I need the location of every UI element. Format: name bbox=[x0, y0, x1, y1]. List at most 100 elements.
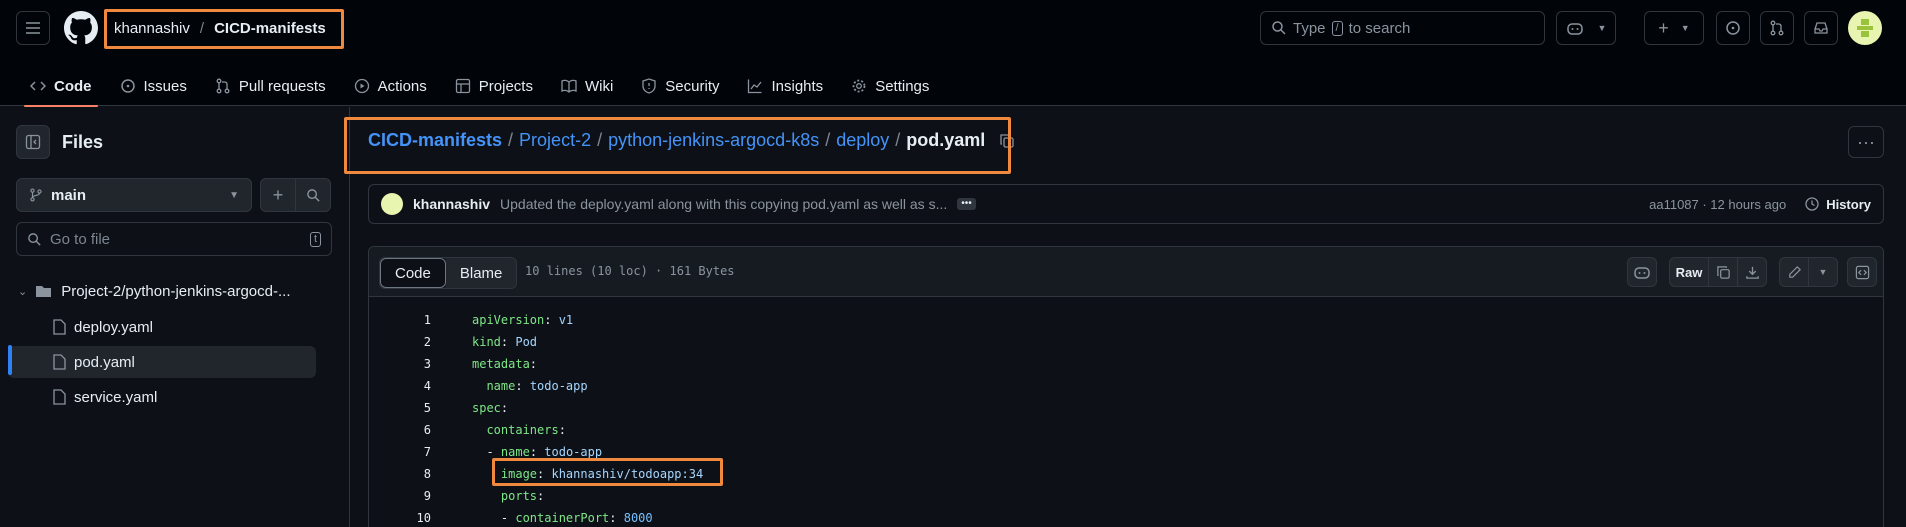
history-button[interactable]: History bbox=[1804, 196, 1871, 212]
branch-name: main bbox=[51, 186, 87, 204]
gear-icon bbox=[852, 79, 866, 93]
breadcrumb-project[interactable]: Project-2 bbox=[519, 130, 591, 151]
file-icon bbox=[53, 354, 66, 370]
graph-icon bbox=[748, 79, 762, 94]
pull-requests-button[interactable] bbox=[1760, 11, 1794, 45]
symbols-button[interactable] bbox=[1847, 257, 1877, 287]
edit-button[interactable] bbox=[1779, 257, 1809, 287]
collapse-sidebar-button[interactable] bbox=[16, 125, 50, 159]
code-line: 1 apiVersion: v1 bbox=[369, 309, 1883, 331]
commit-author[interactable]: khannashiv bbox=[413, 196, 490, 212]
commit-hash-time[interactable]: aa11087 · 12 hours ago bbox=[1649, 197, 1786, 212]
copilot-file-button[interactable] bbox=[1627, 257, 1657, 287]
tab-actions[interactable]: Actions bbox=[340, 66, 441, 106]
yaml-colon: : bbox=[544, 313, 559, 327]
shield-icon bbox=[642, 78, 656, 94]
tree-file-service[interactable]: service.yaml bbox=[8, 381, 316, 413]
add-file-button[interactable]: + bbox=[260, 178, 296, 212]
breadcrumb-folder[interactable]: python-jenkins-argocd-k8s bbox=[608, 130, 819, 151]
pull-request-icon bbox=[216, 78, 230, 94]
go-to-file-input[interactable]: Go to file t bbox=[16, 222, 332, 256]
tab-settings[interactable]: Settings bbox=[837, 66, 943, 106]
line-number[interactable]: 4 bbox=[369, 379, 431, 393]
line-content: spec: bbox=[472, 401, 508, 415]
line-number[interactable]: 2 bbox=[369, 335, 431, 349]
file-meta: 10 lines (10 loc) · 161 Bytes bbox=[525, 264, 735, 278]
owner-link[interactable]: khannashiv bbox=[114, 20, 190, 37]
tree-file-deploy[interactable]: deploy.yaml bbox=[8, 311, 316, 343]
breadcrumb-deploy[interactable]: deploy bbox=[836, 130, 889, 151]
line-number[interactable]: 7 bbox=[369, 445, 431, 459]
more-options-button[interactable]: ··· bbox=[1848, 126, 1884, 158]
copilot-icon bbox=[1634, 267, 1650, 279]
yaml-key: apiVersion bbox=[472, 313, 545, 327]
code-line: 3 metadata: bbox=[369, 353, 1883, 375]
line-number[interactable]: 8 bbox=[369, 467, 431, 481]
line-indent: - bbox=[472, 445, 501, 459]
line-number[interactable]: 6 bbox=[369, 423, 431, 437]
yaml-colon: : bbox=[529, 445, 545, 459]
code-view: 1 apiVersion: v1 2 kind: Pod 3 metadata: 4 nam… bbox=[369, 309, 1883, 527]
yaml-key: name bbox=[500, 445, 530, 459]
expand-commit-button[interactable]: ••• bbox=[957, 198, 976, 210]
tree-file-label: service.yaml bbox=[74, 388, 158, 406]
tab-blame-view[interactable]: Blame bbox=[445, 258, 517, 288]
tab-projects-label: Projects bbox=[478, 77, 533, 95]
code-line: 7 - name: todo-app bbox=[369, 441, 1883, 463]
search-label-pre: Type bbox=[1293, 19, 1326, 37]
files-header: Files bbox=[16, 125, 103, 159]
commit-meta: aa11087 · 12 hours ago History bbox=[1649, 196, 1871, 212]
line-content: - containerPort: 8000 bbox=[472, 511, 653, 525]
line-number[interactable]: 10 bbox=[369, 511, 431, 525]
github-logo-icon[interactable] bbox=[64, 11, 98, 45]
commit-message[interactable]: Updated the deploy.yaml along with this … bbox=[500, 196, 947, 212]
code-square-icon bbox=[1855, 265, 1869, 279]
issues-button[interactable] bbox=[1716, 11, 1750, 45]
user-avatar[interactable] bbox=[1848, 11, 1882, 45]
commit-author-avatar[interactable] bbox=[381, 193, 403, 215]
file-tree-sidebar: Files main ▼ + Go to file t ⌄ Project-2/… bbox=[0, 107, 350, 527]
tab-code[interactable]: Code bbox=[16, 66, 106, 107]
search-input[interactable]: Type / to search bbox=[1260, 11, 1545, 45]
line-number[interactable]: 1 bbox=[369, 313, 431, 327]
tab-pull-requests[interactable]: Pull requests bbox=[201, 66, 340, 106]
line-content: ports: bbox=[472, 489, 544, 503]
chevron-down-icon[interactable]: ▼ bbox=[1598, 23, 1607, 33]
tab-security[interactable]: Security bbox=[627, 66, 733, 106]
yaml-key: kind bbox=[472, 335, 501, 349]
inbox-button[interactable] bbox=[1804, 11, 1838, 45]
copy-raw-button[interactable] bbox=[1708, 257, 1738, 287]
search-files-button[interactable] bbox=[295, 178, 331, 212]
menu-button[interactable] bbox=[16, 11, 50, 45]
download-icon bbox=[1745, 266, 1759, 279]
download-button[interactable] bbox=[1737, 257, 1767, 287]
copy-icon[interactable] bbox=[999, 133, 1015, 149]
branch-selector[interactable]: main ▼ bbox=[16, 178, 252, 212]
line-number[interactable]: 3 bbox=[369, 357, 431, 371]
repo-nav: Code Issues Pull requests Actions Projec… bbox=[16, 66, 943, 107]
tab-settings-label: Settings bbox=[875, 77, 930, 95]
chevron-down-icon: ▼ bbox=[229, 189, 239, 201]
breadcrumb: CICD-manifests / Project-2 / python-jenk… bbox=[368, 130, 1015, 151]
tree-file-pod[interactable]: pod.yaml bbox=[8, 346, 316, 378]
create-new-button[interactable]: + ▼ bbox=[1644, 11, 1704, 45]
tab-wiki[interactable]: Wiki bbox=[547, 66, 627, 106]
tree-folder[interactable]: ⌄ Project-2/python-jenkins-argocd-... bbox=[8, 275, 316, 307]
line-number[interactable]: 9 bbox=[369, 489, 431, 503]
yaml-colon: : bbox=[500, 401, 509, 415]
breadcrumb-repo[interactable]: CICD-manifests bbox=[368, 130, 502, 151]
tab-projects[interactable]: Projects bbox=[441, 66, 547, 106]
repo-link[interactable]: CICD-manifests bbox=[214, 20, 326, 37]
line-content: apiVersion: v1 bbox=[472, 313, 573, 327]
line-number[interactable]: 5 bbox=[369, 401, 431, 415]
edit-options-button[interactable]: ▼ bbox=[1808, 257, 1838, 287]
tab-insights[interactable]: Insights bbox=[733, 66, 837, 106]
yaml-key: ports bbox=[500, 489, 538, 503]
copilot-button[interactable]: ▼ bbox=[1556, 11, 1616, 45]
raw-button[interactable]: Raw bbox=[1669, 257, 1709, 287]
context-separator: / bbox=[199, 19, 205, 37]
tab-issues[interactable]: Issues bbox=[106, 66, 201, 106]
search-label-post: to search bbox=[1348, 19, 1411, 37]
tab-code-view[interactable]: Code bbox=[380, 258, 446, 288]
